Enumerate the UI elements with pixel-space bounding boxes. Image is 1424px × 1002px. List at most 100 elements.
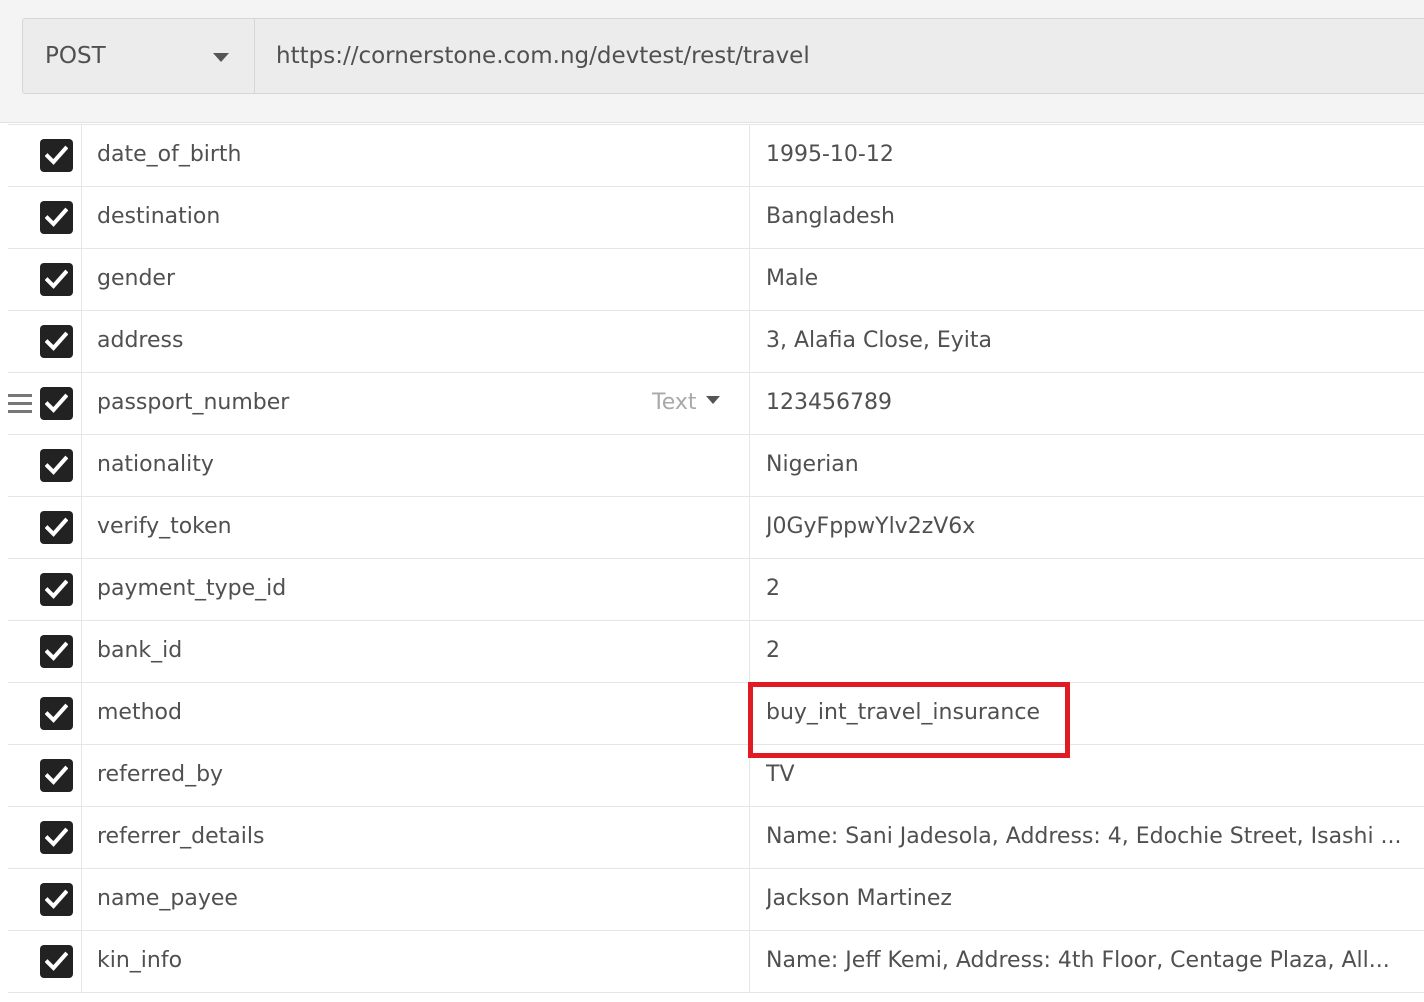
param-value: buy_int_travel_insurance: [766, 700, 1040, 725]
param-key: referrer_details: [97, 824, 265, 849]
param-enabled-checkbox[interactable]: [40, 821, 73, 854]
param-value-cell[interactable]: Male: [750, 249, 1420, 310]
param-row: date_of_birth 1995-10-12: [8, 125, 1424, 187]
param-key-cell[interactable]: date_of_birth: [82, 125, 750, 186]
param-value: 2: [766, 576, 780, 601]
param-enable-cell: [8, 311, 82, 372]
param-enable-cell: [8, 249, 82, 310]
http-method-dropdown[interactable]: POST: [22, 18, 254, 94]
param-key-cell[interactable]: bank_id: [82, 621, 750, 682]
param-row: address 3, Alafia Close, Eyita: [8, 311, 1424, 373]
param-row: destination Bangladesh: [8, 187, 1424, 249]
param-value-cell[interactable]: Jackson Martinez: [750, 869, 1420, 930]
param-value-cell[interactable]: 2: [750, 621, 1420, 682]
param-enable-cell: [8, 559, 82, 620]
param-key: verify_token: [97, 514, 232, 539]
param-key-cell[interactable]: referrer_details: [82, 807, 750, 868]
param-key: name_payee: [97, 886, 238, 911]
param-value-cell[interactable]: 123456789: [750, 373, 1420, 434]
param-value-cell[interactable]: J0GyFppwYlv2zV6x: [750, 497, 1420, 558]
param-enabled-checkbox[interactable]: [40, 573, 73, 606]
param-value: Male: [766, 266, 819, 291]
param-key: gender: [97, 266, 175, 291]
param-key: nationality: [97, 452, 214, 477]
param-value-cell[interactable]: Bangladesh: [750, 187, 1420, 248]
param-value-cell[interactable]: 3, Alafia Close, Eyita: [750, 311, 1420, 372]
param-enabled-checkbox[interactable]: [40, 945, 73, 978]
param-row: passport_number Text 123456789: [8, 373, 1424, 435]
param-row: verify_token J0GyFppwYlv2zV6x: [8, 497, 1424, 559]
param-key-cell[interactable]: referred_by: [82, 745, 750, 806]
param-value: Jackson Martinez: [766, 886, 952, 911]
request-bar: POST: [0, 0, 1424, 123]
param-value-cell[interactable]: Name: Jeff Kemi, Address: 4th Floor, Cen…: [750, 931, 1420, 992]
param-key-cell[interactable]: passport_number Text: [82, 373, 750, 434]
param-enable-cell: [8, 745, 82, 806]
param-value-cell[interactable]: 2: [750, 559, 1420, 620]
param-enable-cell: [8, 187, 82, 248]
param-value: 1995-10-12: [766, 142, 894, 167]
param-enabled-checkbox[interactable]: [40, 635, 73, 668]
param-key: payment_type_id: [97, 576, 287, 601]
param-enabled-checkbox[interactable]: [40, 759, 73, 792]
param-enable-cell: [8, 621, 82, 682]
param-enable-cell: [8, 373, 82, 434]
param-enabled-checkbox[interactable]: [40, 387, 73, 420]
param-key-cell[interactable]: destination: [82, 187, 750, 248]
param-row: referrer_details Name: Sani Jadesola, Add…: [8, 807, 1424, 869]
param-value-cell[interactable]: Name: Sani Jadesola, Address: 4, Edochie…: [750, 807, 1420, 868]
param-key: passport_number: [97, 390, 290, 415]
param-key-cell[interactable]: kin_info: [82, 931, 750, 992]
param-key-cell[interactable]: payment_type_id: [82, 559, 750, 620]
param-value: Name: Jeff Kemi, Address: 4th Floor, Cen…: [766, 948, 1390, 973]
param-value: Name: Sani Jadesola, Address: 4, Edochie…: [766, 824, 1402, 849]
param-type-label: Text: [652, 390, 697, 415]
param-type-dropdown[interactable]: Text: [652, 390, 720, 415]
param-value: Nigerian: [766, 452, 859, 477]
param-key: destination: [97, 204, 221, 229]
param-key: kin_info: [97, 948, 183, 973]
param-enable-cell: [8, 931, 82, 992]
param-enabled-checkbox[interactable]: [40, 883, 73, 916]
param-enabled-checkbox[interactable]: [40, 263, 73, 296]
param-value: Bangladesh: [766, 204, 895, 229]
param-enable-cell: [8, 869, 82, 930]
param-value: J0GyFppwYlv2zV6x: [766, 514, 976, 539]
param-key: referred_by: [97, 762, 224, 787]
param-row: name_payee Jackson Martinez: [8, 869, 1424, 931]
param-enabled-checkbox[interactable]: [40, 511, 73, 544]
param-enabled-checkbox[interactable]: [40, 139, 73, 172]
param-value-cell[interactable]: 1995-10-12: [750, 125, 1420, 186]
param-enabled-checkbox[interactable]: [40, 449, 73, 482]
param-value: 3, Alafia Close, Eyita: [766, 328, 993, 353]
param-value-cell[interactable]: buy_int_travel_insurance: [750, 683, 1420, 744]
param-row: nationality Nigerian: [8, 435, 1424, 497]
param-enabled-checkbox[interactable]: [40, 325, 73, 358]
param-key-cell[interactable]: address: [82, 311, 750, 372]
param-key-cell[interactable]: method: [82, 683, 750, 744]
params-table: date_of_birth 1995-10-12 destination Bangla…: [8, 124, 1424, 993]
drag-handle-icon[interactable]: [8, 394, 32, 413]
param-key-cell[interactable]: name_payee: [82, 869, 750, 930]
param-key-cell[interactable]: verify_token: [82, 497, 750, 558]
param-value: 123456789: [766, 390, 892, 415]
param-value-cell[interactable]: Nigerian: [750, 435, 1420, 496]
param-value: TV: [766, 762, 795, 787]
param-key: bank_id: [97, 638, 183, 663]
param-key: method: [97, 700, 182, 725]
param-enabled-checkbox[interactable]: [40, 697, 73, 730]
param-enable-cell: [8, 497, 82, 558]
param-key-cell[interactable]: nationality: [82, 435, 750, 496]
param-key-cell[interactable]: gender: [82, 249, 750, 310]
param-row: kin_info Name: Jeff Kemi, Address: 4th Fl…: [8, 931, 1424, 993]
param-enabled-checkbox[interactable]: [40, 201, 73, 234]
param-value-cell[interactable]: TV: [750, 745, 1420, 806]
param-row: gender Male: [8, 249, 1424, 311]
param-enable-cell: [8, 807, 82, 868]
param-enable-cell: [8, 683, 82, 744]
http-method-label: POST: [45, 43, 106, 69]
param-key: address: [97, 328, 184, 353]
url-input[interactable]: [254, 18, 1424, 94]
param-row: bank_id 2: [8, 621, 1424, 683]
param-row: referred_by TV: [8, 745, 1424, 807]
